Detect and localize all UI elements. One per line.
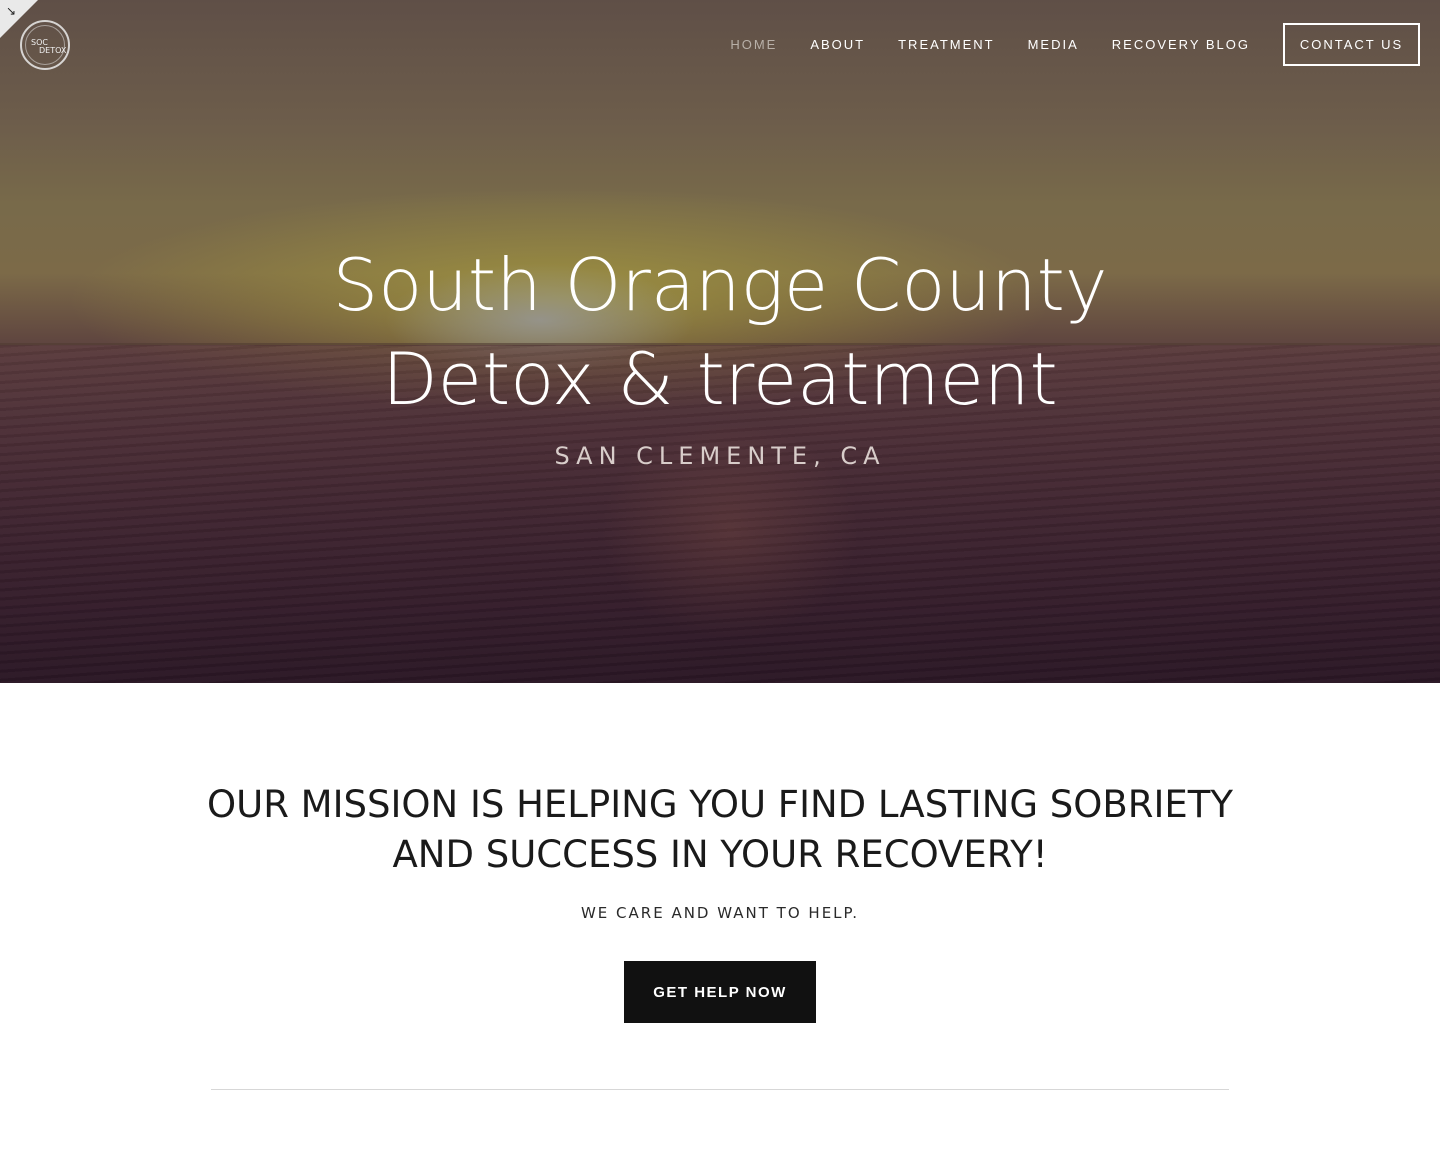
hero-subtitle: SAN CLEMENTE, CA — [554, 442, 886, 470]
logo-text-line-1: SOC — [31, 38, 48, 47]
mission-heading-line-2: AND SUCCESS IN YOUR RECOVERY! — [392, 833, 1048, 876]
mission-heading: OUR MISSION IS HELPING YOU FIND LASTING … — [150, 780, 1290, 880]
logo-text-line-2: DETOX — [39, 46, 67, 55]
expand-arrow-icon[interactable]: ↘ — [6, 5, 16, 17]
nav-item-home[interactable]: HOME — [730, 37, 777, 52]
main-nav: HOME ABOUT TREATMENT MEDIA RECOVERY BLOG… — [697, 23, 1420, 66]
mission-heading-line-1: OUR MISSION IS HELPING YOU FIND LASTING … — [206, 783, 1233, 826]
mission-subtitle: WE CARE AND WANT TO HELP. — [580, 904, 860, 922]
hero-title: South Orange County Detox & treatment — [0, 238, 1440, 426]
nav-item-treatment[interactable]: TREATMENT — [898, 37, 994, 52]
nav-item-recovery-blog[interactable]: RECOVERY BLOG — [1112, 37, 1250, 52]
nav-item-media[interactable]: MEDIA — [1028, 37, 1079, 52]
get-help-now-button[interactable]: GET HELP NOW — [624, 961, 816, 1023]
section-divider — [211, 1089, 1229, 1090]
nav-item-about[interactable]: ABOUT — [810, 37, 865, 52]
hero-section: South Orange County Detox & treatment SA… — [0, 0, 1440, 683]
contact-us-button[interactable]: CONTACT US — [1283, 23, 1420, 66]
hero-title-line-1: South Orange County — [332, 243, 1108, 327]
hero-title-line-2: Detox & treatment — [382, 337, 1058, 421]
